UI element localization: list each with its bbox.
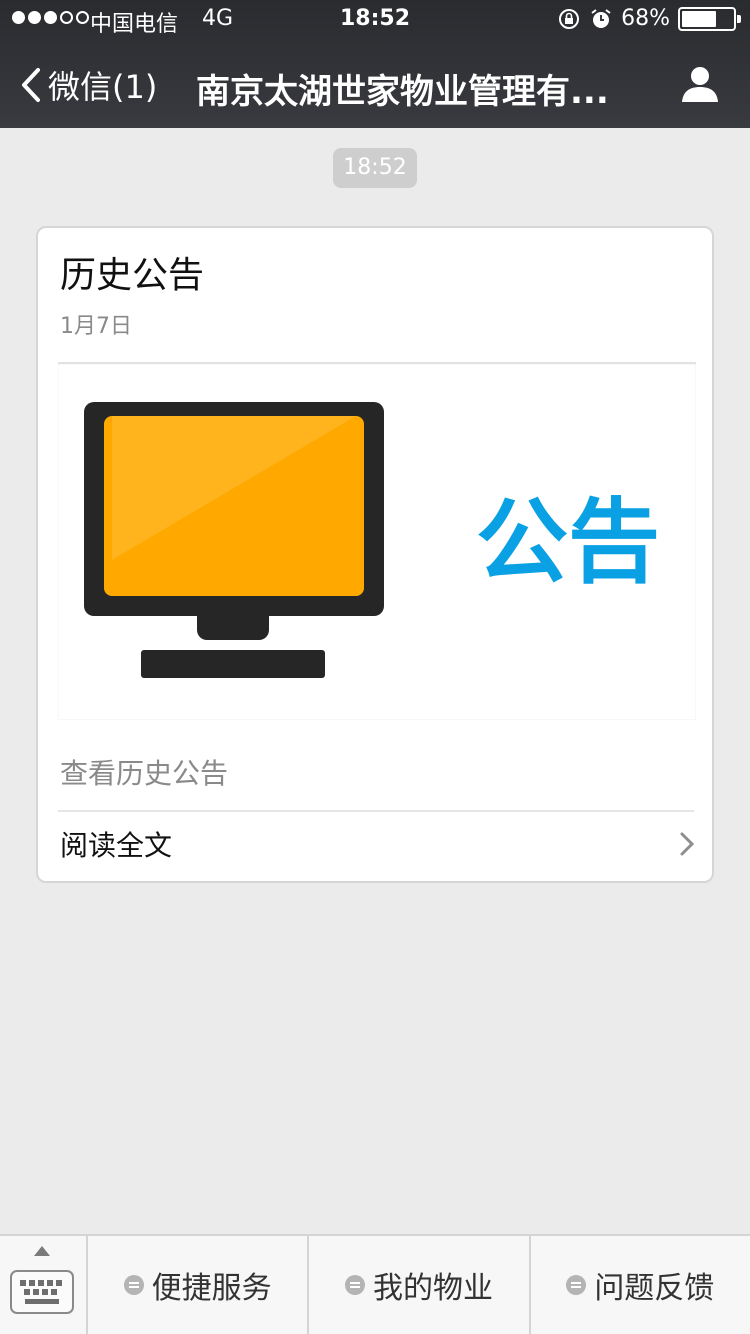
profile-button[interactable] bbox=[680, 64, 720, 108]
keyboard-toggle-button[interactable] bbox=[0, 1236, 88, 1334]
menu-icon bbox=[123, 1275, 144, 1295]
menu-item-convenient-services[interactable]: 便捷服务 bbox=[88, 1236, 310, 1334]
top-bar: 中国电信 4G 18:52 68% 微信(1) 南京太湖世家物业管理有... bbox=[0, 0, 750, 128]
back-label: 微信(1) bbox=[48, 68, 158, 106]
chevron-left-icon bbox=[22, 68, 40, 102]
alarm-icon bbox=[591, 8, 611, 28]
article-date: 1月7日 bbox=[60, 314, 132, 339]
person-icon bbox=[682, 67, 718, 102]
article-card[interactable]: 历史公告 1月7日 公告 查看历史公告 阅读全文 bbox=[36, 226, 714, 883]
battery-icon bbox=[678, 6, 741, 31]
back-button[interactable]: 微信(1) bbox=[20, 62, 157, 108]
menu-item-feedback[interactable]: 问题反馈 bbox=[531, 1236, 750, 1334]
rotation-lock-icon bbox=[559, 8, 580, 29]
battery-percent: 68% bbox=[621, 6, 670, 31]
menu-item-label: 便捷服务 bbox=[151, 1271, 272, 1306]
page-title: 南京太湖世家物业管理有... bbox=[196, 72, 609, 112]
message-timestamp: 18:52 bbox=[333, 148, 417, 188]
article-title: 历史公告 bbox=[60, 255, 205, 296]
menu-item-label: 问题反馈 bbox=[594, 1271, 715, 1306]
chevron-right-icon bbox=[680, 832, 694, 856]
custom-menu-bar: 便捷服务 我的物业 问题反馈 bbox=[0, 1234, 750, 1334]
navigation-bar: 微信(1) 南京太湖世家物业管理有... bbox=[0, 40, 750, 128]
cover-text: 公告 bbox=[476, 489, 660, 596]
read-full-text-link[interactable]: 阅读全文 bbox=[60, 824, 172, 864]
keyboard-icon bbox=[10, 1270, 74, 1314]
article-description: 查看历史公告 bbox=[60, 757, 229, 790]
status-bar: 中国电信 4G 18:52 68% bbox=[0, 0, 750, 40]
caret-up-icon bbox=[34, 1246, 50, 1256]
menu-item-label: 我的物业 bbox=[372, 1271, 493, 1306]
menu-icon bbox=[566, 1275, 587, 1295]
menu-item-my-property[interactable]: 我的物业 bbox=[309, 1236, 531, 1334]
menu-icon bbox=[344, 1275, 365, 1295]
article-cover-image: 公告 bbox=[58, 362, 696, 720]
divider bbox=[58, 810, 694, 812]
